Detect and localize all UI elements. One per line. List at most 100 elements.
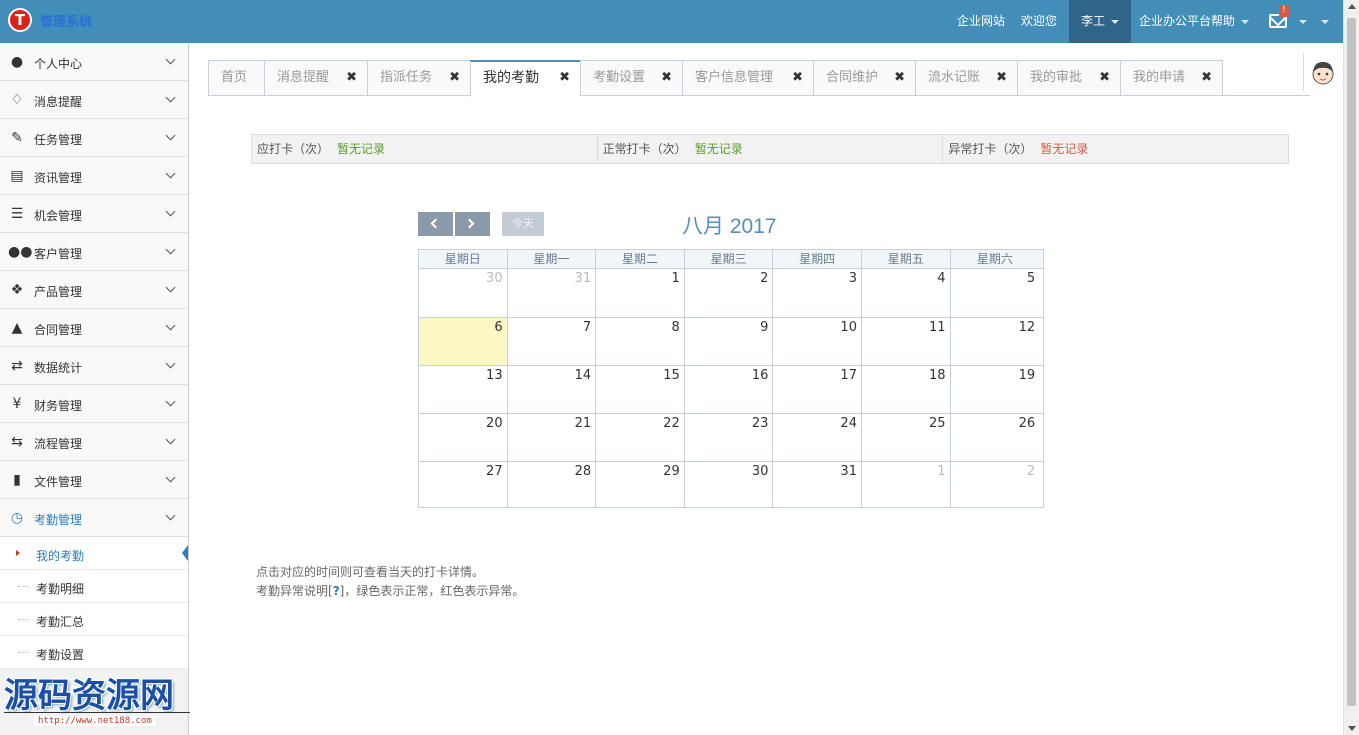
today-button[interactable]: 今天	[502, 212, 544, 236]
tree-dash	[18, 586, 28, 587]
tab-my-attendance[interactable]: 我的考勤 ✖	[470, 60, 580, 97]
calendar-day-today[interactable]: 6	[419, 318, 508, 365]
calendar-day[interactable]: 30	[419, 269, 508, 317]
close-icon[interactable]: ✖	[1201, 61, 1212, 95]
day-number: 22	[663, 416, 680, 431]
scroll-up-icon[interactable]	[1348, 4, 1356, 9]
caret-down-icon	[1110, 19, 1119, 24]
calendar-day[interactable]: 31	[508, 269, 597, 317]
next-month-button[interactable]	[455, 212, 490, 236]
company-site-link[interactable]: 企业网站	[949, 0, 1013, 43]
calendar-day[interactable]: 24	[773, 414, 862, 461]
close-icon[interactable]: ✖	[346, 61, 357, 95]
tab-attendance-settings[interactable]: 考勤设置 ✖	[580, 60, 682, 96]
tab-my-applications[interactable]: 我的申请 ✖	[1120, 60, 1223, 96]
close-icon[interactable]: ✖	[559, 62, 570, 94]
avatar-area[interactable]	[1303, 53, 1341, 91]
calendar-day[interactable]: 29	[596, 462, 685, 507]
prev-month-button[interactable]	[418, 212, 453, 236]
help-menu[interactable]: 企业办公平台帮助	[1131, 0, 1257, 43]
tab-label: 客户信息管理	[695, 70, 774, 85]
sidebar-item-opportunities[interactable]: ☰ 机会管理	[0, 195, 188, 233]
submenu-item-label: 考勤明细	[36, 582, 85, 596]
calendar-day[interactable]: 20	[419, 414, 508, 461]
close-icon[interactable]: ✖	[996, 61, 1007, 95]
calendar-day[interactable]: 10	[773, 318, 862, 365]
calendar-day[interactable]: 16	[685, 366, 774, 413]
calendar-day[interactable]: 1	[596, 269, 685, 317]
sidebar-item-messages[interactable]: ♢ 消息提醒	[0, 81, 188, 119]
tab-my-approvals[interactable]: 我的审批 ✖	[1017, 60, 1120, 96]
calendar-day[interactable]: 27	[419, 462, 508, 507]
calendar-day[interactable]: 19	[951, 366, 1040, 413]
submenu-item-attendance-settings[interactable]: 考勤设置	[0, 636, 188, 669]
sidebar-item-workflow[interactable]: ⇆ 流程管理	[0, 423, 188, 461]
tab-home[interactable]: 首页	[208, 60, 264, 96]
calendar-day[interactable]: 9	[685, 318, 774, 365]
calendar-day[interactable]: 17	[773, 366, 862, 413]
sidebar-item-tasks[interactable]: ✎ 任务管理	[0, 119, 188, 157]
submenu-item-attendance-summary[interactable]: 考勤汇总	[0, 603, 188, 636]
close-icon[interactable]: ✖	[661, 61, 672, 95]
scroll-thumb[interactable]	[1347, 18, 1356, 706]
bell-icon: ♢	[10, 92, 24, 108]
calendar-day[interactable]: 15	[596, 366, 685, 413]
caret-right-icon	[16, 550, 20, 556]
sidebar-item-customers[interactable]: ●● 客户管理	[0, 233, 188, 271]
tab-assigned-tasks[interactable]: 指派任务 ✖	[367, 60, 470, 96]
user-menu[interactable]: 李工	[1068, 0, 1131, 43]
calendar-day[interactable]: 18	[862, 366, 951, 413]
sidebar-item-label: 个人中心	[34, 57, 83, 71]
calendar-day[interactable]: 23	[685, 414, 774, 461]
chevron-down-icon	[165, 472, 176, 483]
calendar-day[interactable]: 2	[685, 269, 774, 317]
calendar-day[interactable]: 8	[596, 318, 685, 365]
submenu-item-my-attendance[interactable]: 我的考勤	[0, 537, 188, 570]
scroll-down-icon[interactable]	[1348, 726, 1356, 731]
calendar-day[interactable]: 5	[951, 269, 1040, 317]
tab-messages[interactable]: 消息提醒 ✖	[264, 60, 367, 96]
day-number: 31	[574, 271, 592, 286]
mail-menu[interactable]: !	[1257, 0, 1329, 43]
sidebar-item-attendance[interactable]: ◷ 考勤管理	[0, 499, 188, 537]
sidebar-item-statistics[interactable]: ⇄ 数据统计	[0, 347, 188, 385]
day-number: 1	[937, 464, 946, 479]
calendar-day[interactable]: 2	[951, 462, 1040, 507]
calendar-day[interactable]: 14	[508, 366, 597, 413]
page-scrollbar[interactable]	[1343, 0, 1359, 735]
calendar-day[interactable]: 1	[862, 462, 951, 507]
calendar-day[interactable]: 12	[951, 318, 1040, 365]
close-icon[interactable]: ✖	[894, 61, 905, 95]
submenu-item-attendance-detail[interactable]: 考勤明细	[0, 570, 188, 603]
calendar-day[interactable]: 13	[419, 366, 508, 413]
sidebar-item-finance[interactable]: ¥ 财务管理	[0, 385, 188, 423]
calendar-day[interactable]: 26	[951, 414, 1040, 461]
random-icon: ⇄	[11, 358, 23, 374]
close-icon[interactable]: ✖	[792, 61, 803, 95]
calendar-day[interactable]: 25	[862, 414, 951, 461]
help-question-link[interactable]: ?	[333, 584, 340, 598]
calendar-day[interactable]: 11	[862, 318, 951, 365]
logo-icon[interactable]: T	[8, 8, 32, 32]
calendar-day[interactable]: 30	[685, 462, 774, 507]
document-icon: ▤	[10, 168, 24, 184]
sidebar-item-contracts[interactable]: ▲ 合同管理	[0, 309, 188, 347]
tab-label: 我的申请	[1133, 70, 1186, 85]
sidebar-item-news[interactable]: ▤ 资讯管理	[0, 157, 188, 195]
tab-customer-info[interactable]: 客户信息管理 ✖	[682, 60, 813, 96]
calendar-day[interactable]: 31	[773, 462, 862, 507]
tab-contract-maintenance[interactable]: 合同维护 ✖	[813, 60, 915, 96]
calendar-day[interactable]: 7	[508, 318, 597, 365]
calendar-day[interactable]: 21	[508, 414, 597, 461]
calendar-day[interactable]: 3	[773, 269, 862, 317]
sidebar-item-products[interactable]: ❖ 产品管理	[0, 271, 188, 309]
sidebar-item-files[interactable]: ▮ 文件管理	[0, 461, 188, 499]
close-icon[interactable]: ✖	[449, 61, 460, 95]
tab-bookkeeping[interactable]: 流水记账 ✖	[915, 60, 1017, 96]
sidebar-item-personal-center[interactable]: ● 个人中心	[0, 43, 188, 81]
logo-text[interactable]: 管理系统	[40, 11, 104, 27]
calendar-day[interactable]: 28	[508, 462, 597, 507]
calendar-day[interactable]: 22	[596, 414, 685, 461]
close-icon[interactable]: ✖	[1099, 61, 1110, 95]
calendar-day[interactable]: 4	[862, 269, 951, 317]
